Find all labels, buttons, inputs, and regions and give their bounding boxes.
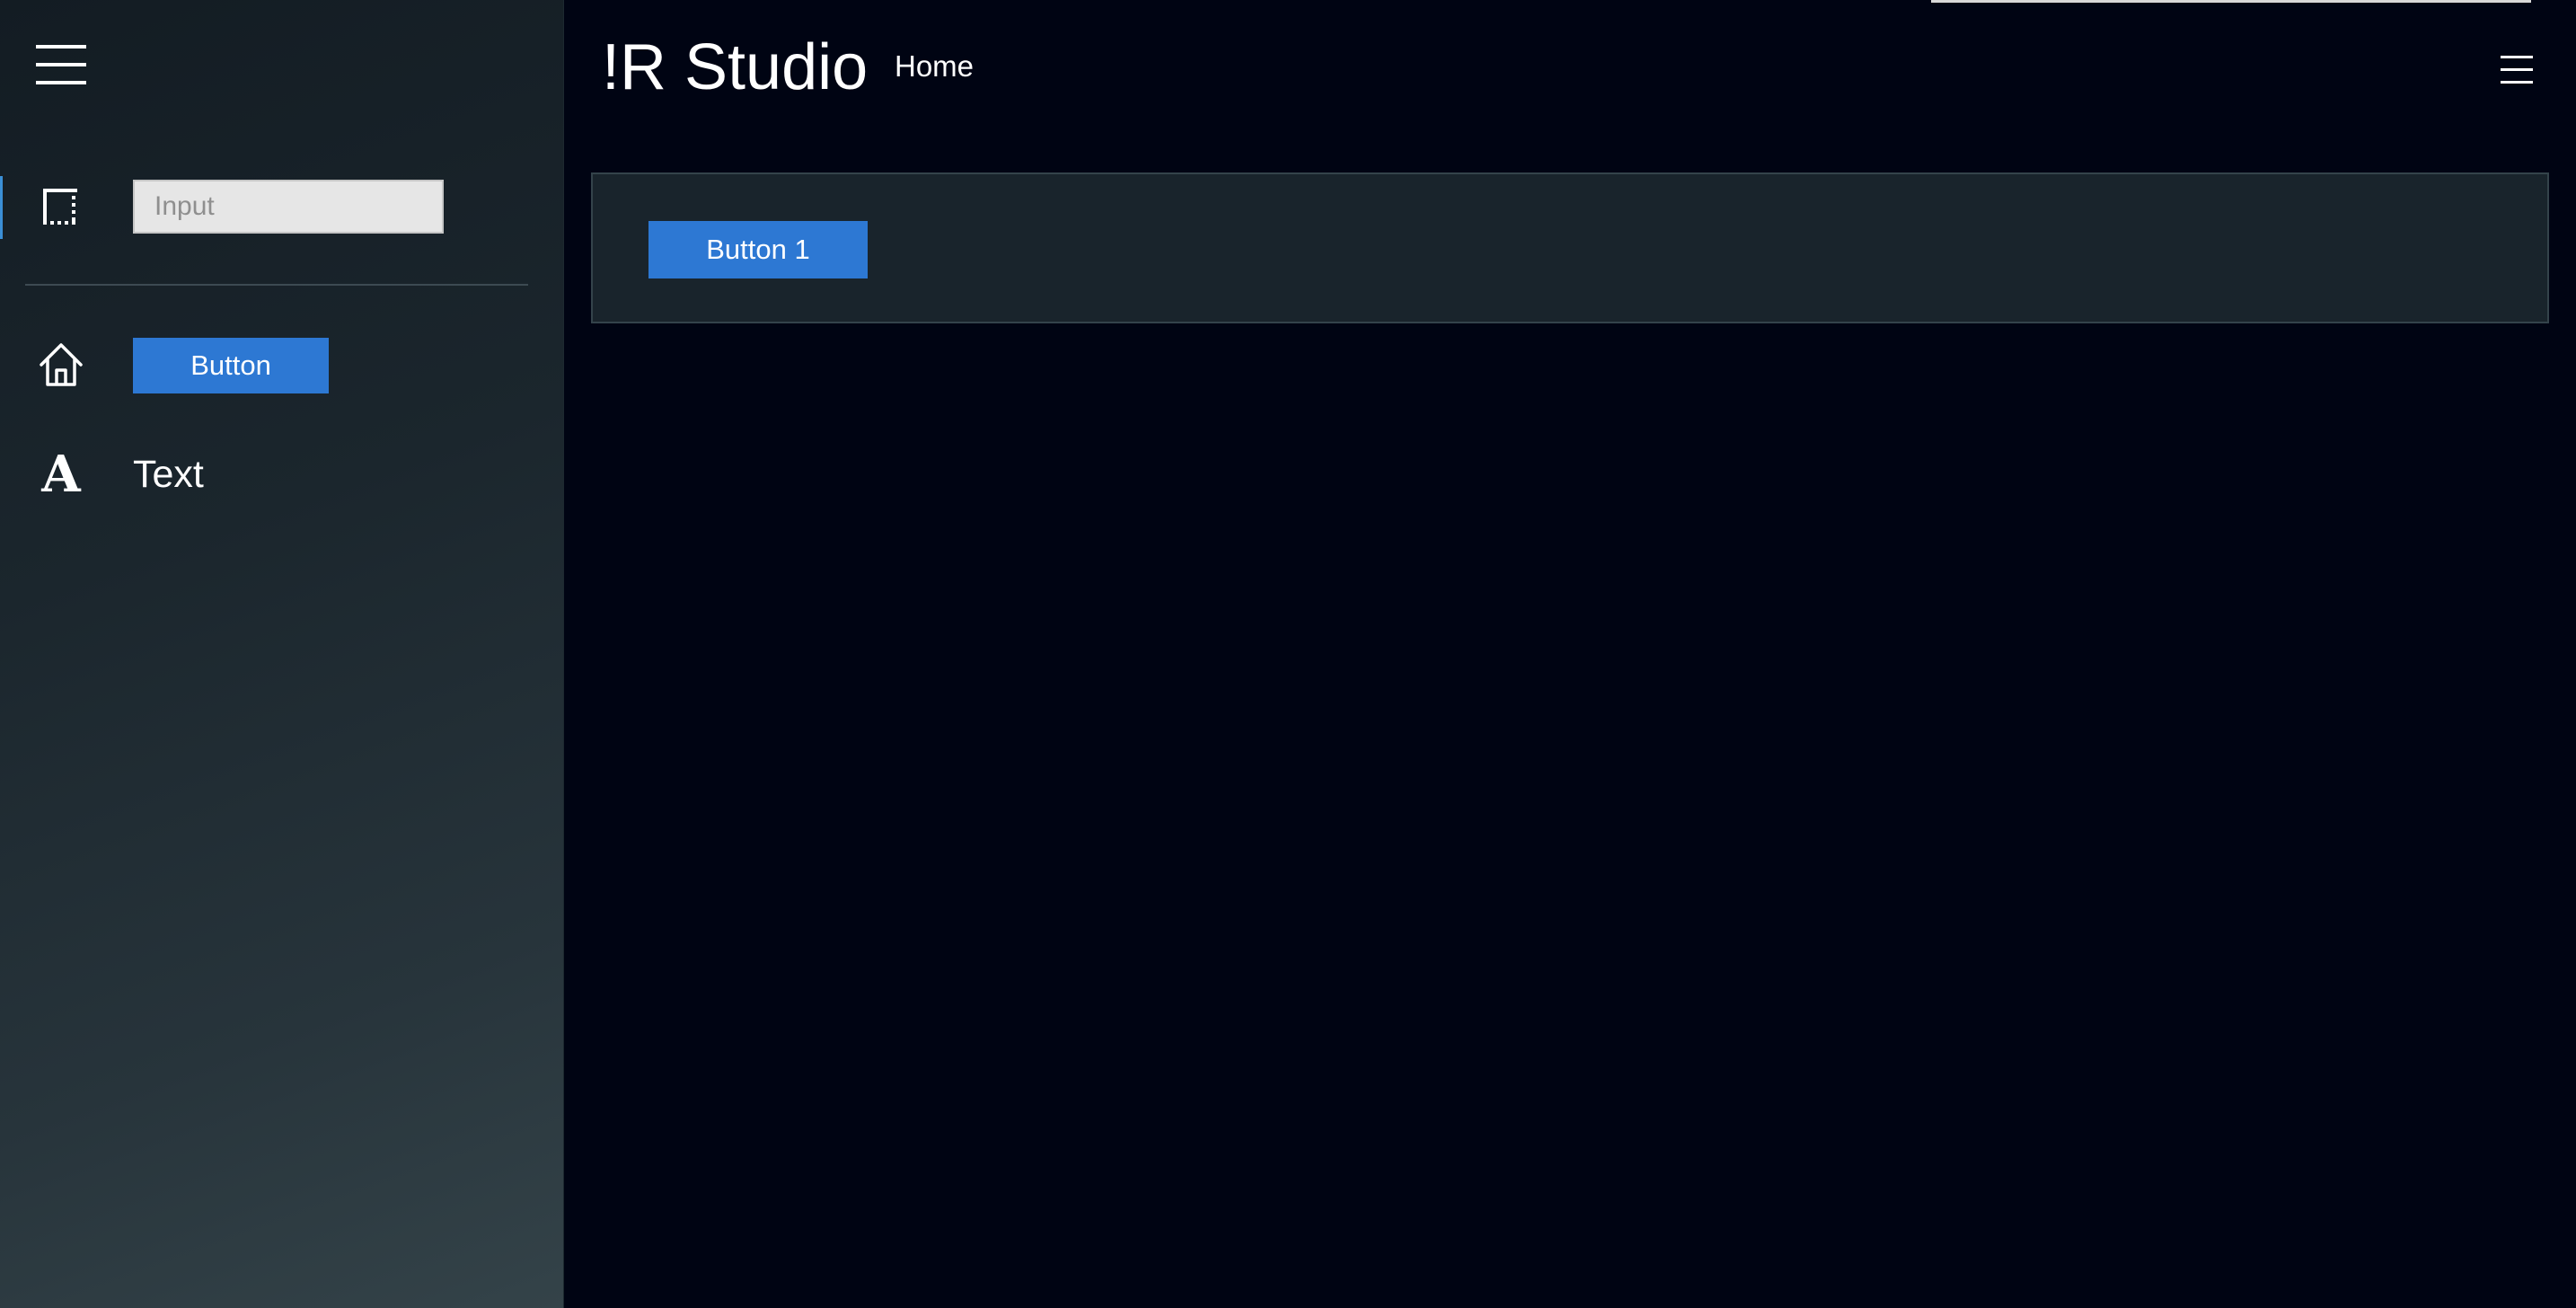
app-root: Button A Text !R Studio Home Button 1 [0, 0, 2576, 1308]
app-title: !R Studio [602, 31, 869, 103]
home-icon [32, 336, 90, 393]
header-hamburger-icon[interactable] [2497, 50, 2536, 90]
sidebar: Button A Text [0, 0, 564, 1308]
panel-button-1[interactable]: Button 1 [648, 221, 868, 278]
sidebar-hamburger-icon[interactable] [32, 36, 90, 93]
sidebar-button[interactable]: Button [133, 338, 329, 393]
header-top-strip [1931, 0, 2531, 3]
text-icon: A [41, 445, 81, 504]
input-field-icon [32, 178, 90, 235]
sidebar-input-field[interactable] [133, 180, 444, 234]
nav-home-link[interactable]: Home [895, 47, 974, 86]
sidebar-divider [25, 284, 528, 286]
main-panel: Button 1 [591, 172, 2549, 323]
sidebar-text-label: Text [133, 453, 204, 496]
